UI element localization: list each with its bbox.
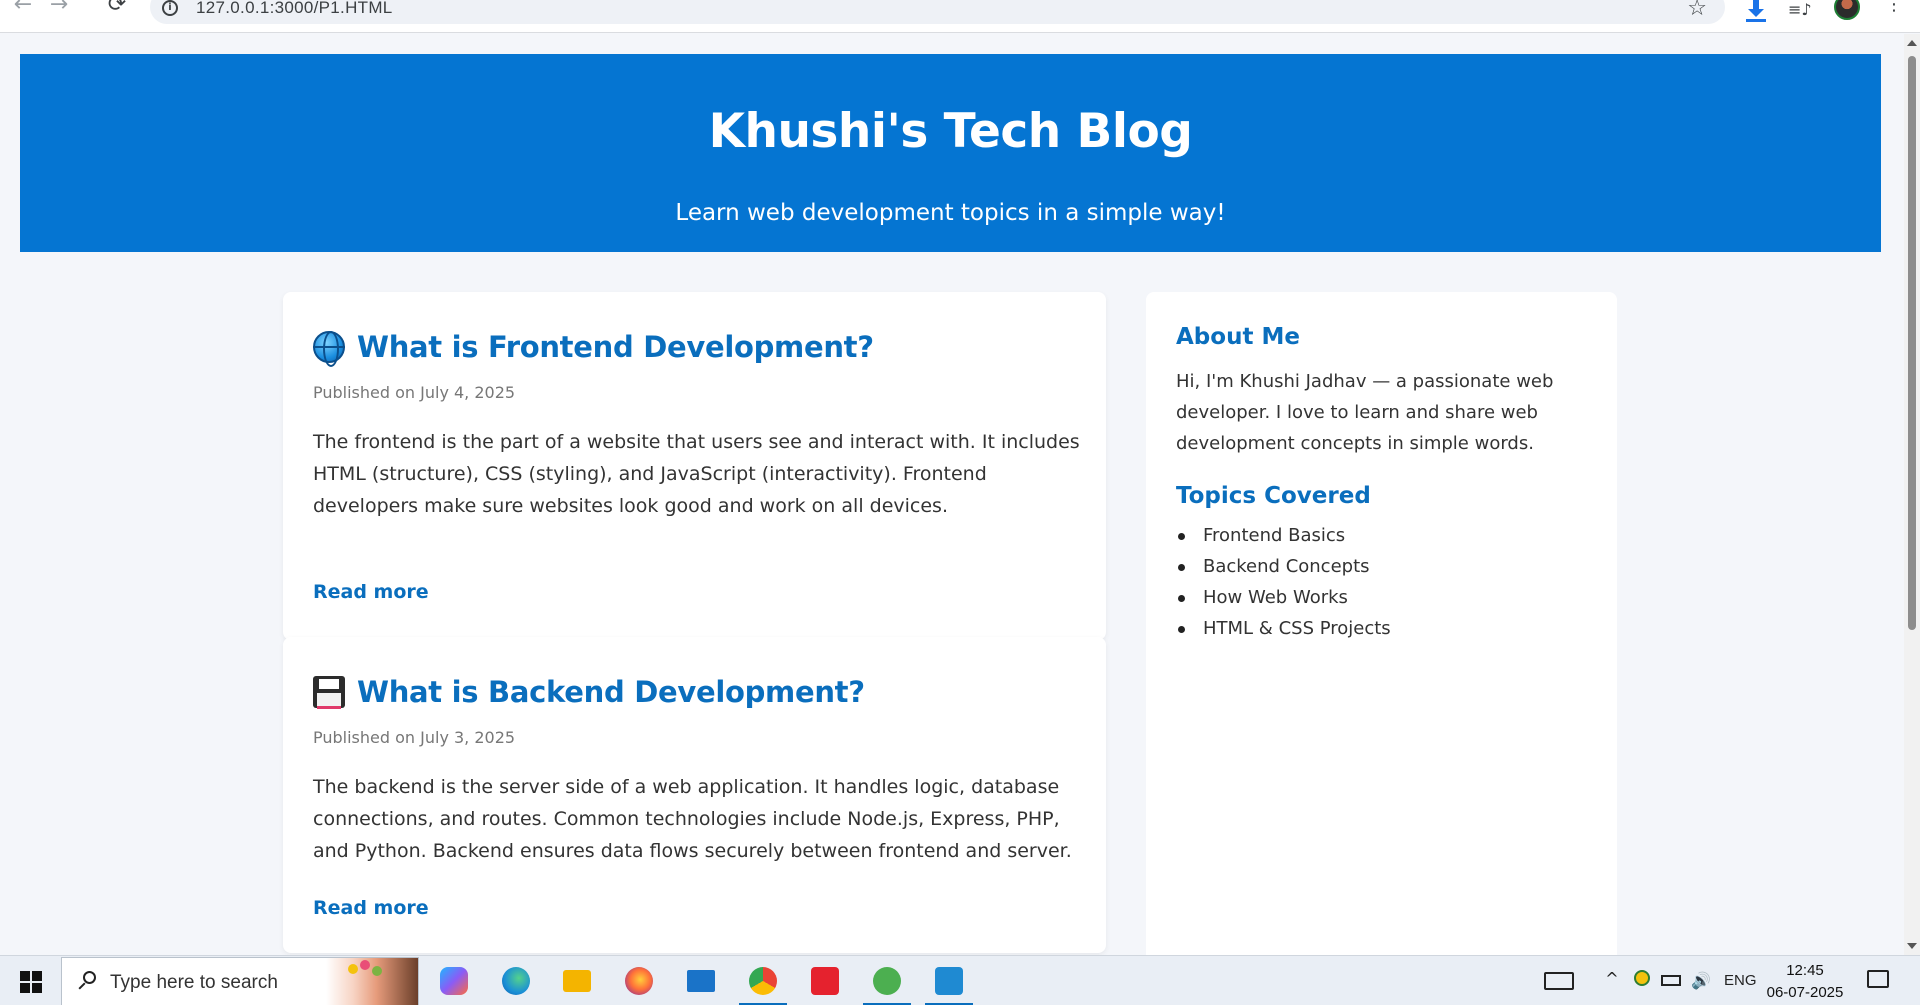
blog-title: Khushi's Tech Blog (708, 104, 1193, 159)
notifications-icon[interactable] (1867, 970, 1889, 988)
edge-icon[interactable] (488, 956, 544, 1005)
clock-date: 06-07-2025 (1766, 984, 1844, 1001)
read-more-link[interactable]: Read more (313, 581, 429, 603)
clock-time: 12:45 (1786, 962, 1824, 979)
search-placeholder: Type here to search (110, 972, 278, 993)
download-icon[interactable] (1745, 0, 1769, 24)
volume-icon[interactable]: 🔊 (1690, 970, 1712, 992)
topics-list: Frontend Basics Backend Concepts How Web… (1176, 520, 1391, 644)
post-body: The backend is the server side of a web … (313, 776, 1072, 862)
browser-toolbar: ← → ⟳ i 127.0.0.1:3000/P1.HTML ☆ ≡♪ ⋮ (0, 0, 1920, 33)
about-text: Hi, I'm Khushi Jadhav — a passionate web… (1176, 371, 1554, 454)
topic-item: Frontend Basics (1176, 520, 1391, 551)
post-title: What is Frontend Development? (357, 330, 874, 364)
search-highlight-image (326, 958, 418, 1005)
bookmark-star-icon[interactable]: ☆ (1687, 0, 1707, 21)
blog-post: What is Backend Development? Published o… (283, 637, 1106, 953)
post-heading: What is Frontend Development? (313, 330, 874, 367)
windows-taskbar: Type here to search ^ 🔊 ENG 12:45 06-07-… (0, 955, 1920, 1005)
system-clock[interactable]: 12:45 06-07-2025 (1760, 960, 1850, 1004)
post-date: Published on July 4, 2025 (313, 383, 516, 402)
post-title: What is Backend Development? (357, 675, 865, 709)
site-info-icon[interactable]: i (162, 0, 178, 16)
security-shield-icon[interactable] (1631, 970, 1653, 992)
reload-button[interactable]: ⟳ (102, 0, 132, 24)
file-explorer-icon[interactable] (549, 956, 605, 1005)
windows-start-icon[interactable] (20, 971, 42, 993)
blog-header: Khushi's Tech Blog Learn web development… (20, 54, 1881, 252)
media-control-icon[interactable]: ≡♪ (1788, 0, 1812, 24)
sidebar: About Me Hi, I'm Khushi Jadhav — a passi… (1146, 292, 1617, 955)
vscode-icon[interactable] (921, 956, 977, 1005)
topic-item: Backend Concepts (1176, 551, 1391, 582)
post-body: The frontend is the part of a website th… (313, 431, 1080, 517)
input-language[interactable]: ENG (1724, 972, 1757, 1005)
browser-menu-icon[interactable]: ⋮ (1885, 0, 1903, 24)
news-widget-icon[interactable] (1544, 972, 1574, 990)
show-hidden-icons-chevron-icon[interactable]: ^ (1601, 968, 1623, 990)
blog-post: What is Frontend Development? Published … (283, 292, 1106, 640)
topic-item: How Web Works (1176, 582, 1391, 613)
about-title: About Me (1176, 324, 1300, 350)
scroll-down-arrow-icon[interactable] (1907, 943, 1917, 949)
copilot-icon[interactable] (426, 956, 482, 1005)
scroll-up-arrow-icon[interactable] (1907, 40, 1917, 46)
wps-icon[interactable] (797, 956, 853, 1005)
page-viewport: Khushi's Tech Blog Learn web development… (0, 34, 1904, 955)
post-heading: What is Backend Development? (313, 675, 865, 709)
back-button[interactable]: ← (8, 0, 38, 24)
firefox-icon[interactable] (611, 956, 667, 1005)
chrome-icon[interactable] (735, 956, 791, 1005)
scroll-thumb[interactable] (1908, 56, 1916, 630)
floppy-disk-icon (313, 676, 345, 709)
utorrent-icon[interactable] (859, 956, 915, 1005)
address-bar[interactable]: i 127.0.0.1:3000/P1.HTML ☆ (150, 0, 1725, 24)
read-more-link[interactable]: Read more (313, 897, 429, 919)
battery-icon[interactable] (1660, 970, 1682, 992)
forward-button[interactable]: → (44, 0, 74, 24)
post-date: Published on July 3, 2025 (313, 728, 516, 747)
mail-icon[interactable] (673, 956, 729, 1005)
topic-item: HTML & CSS Projects (1176, 613, 1391, 644)
topics-title: Topics Covered (1176, 483, 1371, 509)
page-scrollbar[interactable] (1904, 34, 1920, 955)
globe-icon (313, 331, 345, 367)
blog-tagline: Learn web development topics in a simple… (675, 200, 1226, 226)
url-text[interactable]: 127.0.0.1:3000/P1.HTML (196, 0, 393, 18)
search-icon (78, 971, 96, 990)
profile-avatar[interactable] (1834, 0, 1860, 20)
taskbar-search-box[interactable]: Type here to search (61, 957, 419, 1005)
